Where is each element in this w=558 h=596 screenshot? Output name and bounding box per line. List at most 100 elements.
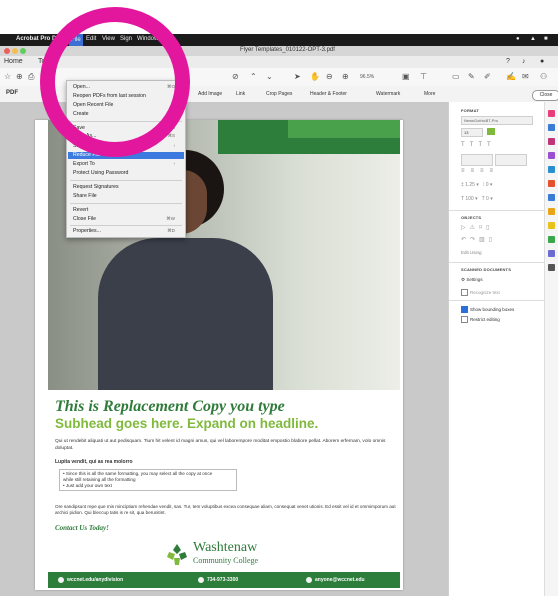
export-pdf-icon[interactable] [548,110,555,117]
scanned-documents-label: SCANNED DOCUMENTS [461,267,512,272]
line-spacing-control[interactable]: ‡ 1.25 ▾ ⁞ 0 ▾ [461,182,531,190]
object-rotate-buttons[interactable]: ↶↷▥▯ [461,236,531,244]
text-style-buttons[interactable]: TTTT [461,142,531,150]
menu-item-request-signatures[interactable]: Request Signatures [73,184,179,190]
header-footer-button[interactable]: Header & Footer [310,91,347,97]
print-icon[interactable]: ⎙ [28,72,34,82]
zoom-in-icon[interactable]: ⊕ [342,72,349,81]
prev-page-icon[interactable]: ⊘ [232,72,239,81]
flyer-headline[interactable]: This is Replacement Copy you type [55,398,395,416]
char-spacing-control[interactable]: T 100 ▾ T 0 ▾ [461,196,531,204]
user-share-icon[interactable]: ⚇ [540,72,547,81]
flyer-lead-line[interactable]: Lupita vendit, qui as rea molorro [55,459,133,465]
zoom-level[interactable]: 96.5% [360,74,374,80]
more-tools-icon[interactable] [548,264,555,271]
comment-tool-icon[interactable] [548,152,555,159]
zoom-out-icon[interactable]: ⊖ [326,72,333,81]
restrict-editing-label: Restrict editing [470,317,500,322]
close-edit-button[interactable]: Close [532,90,558,101]
account-icon[interactable]: ● [540,58,544,65]
recognize-text-checkbox[interactable] [461,289,468,296]
bell-icon[interactable]: ♪ [522,58,526,65]
show-bounding-label: Show bounding boxes [470,307,515,312]
list-number-select[interactable] [495,154,527,166]
organize-pages-icon[interactable] [548,180,555,187]
footer-email[interactable]: anyone@wccnet.edu [315,577,365,583]
upload-icon[interactable]: ⊕ [16,72,23,81]
footer-phone[interactable]: 734-973-3300 [207,577,238,583]
notification-icon[interactable]: ▲ [530,36,536,42]
recognize-text-label: Recognize text [470,290,500,295]
flyer-bullet-box[interactable]: • Since this is all the same formatting,… [59,469,237,491]
scroll-mode-icon[interactable]: ⊤ [420,72,427,81]
comment-icon[interactable]: ▭ [452,72,460,81]
edit-using-button[interactable]: Edit Using [461,250,482,255]
menu-separator [70,225,182,226]
link-button[interactable]: Link [236,91,245,97]
prepare-form-icon[interactable] [548,222,555,229]
hand-tool-icon[interactable]: ✋ [310,72,320,81]
alignment-buttons[interactable]: ≡≡≡≡ [461,168,531,176]
logo-subtitle: Community College [193,556,259,565]
flyer-footer: wccnet.edu/anydivision 734-973-3300 anyo… [48,572,400,588]
highlight-icon[interactable]: ✎ [468,72,475,81]
format-panel: FORMAT NewsGothicBT-Pro 13 TTTT ≡≡≡≡ ‡ 1… [448,102,545,596]
page-fit-icon[interactable]: ▣ [402,72,410,81]
sign-icon[interactable]: ✍ [506,72,516,81]
page-up-icon[interactable]: ⌃ [250,72,257,81]
person-shirt [98,238,273,390]
select-tool-icon[interactable]: ➤ [294,72,301,81]
tab-home[interactable]: Home [4,58,23,65]
add-image-button[interactable]: Add Image [198,91,222,97]
menu-item-properties[interactable]: Properties... ⌘D [73,228,179,234]
bookmark-icon[interactable]: ☆ [4,72,11,81]
user-icon[interactable]: ■ [544,36,548,42]
minimize-window-icon[interactable] [12,48,18,54]
bullet-item: • Just add your own text [63,483,112,488]
phone-icon [198,577,204,583]
washtenaw-logo: Washtenaw Community College [165,540,305,570]
help-icon[interactable]: ? [506,58,510,65]
zoom-window-icon[interactable] [20,48,26,54]
list-bullet-select[interactable] [461,154,493,166]
menu-item-protect[interactable]: Protect Using Password [73,170,179,176]
menu-separator [70,203,182,204]
settings-button[interactable]: ⚙ Settings [461,277,483,283]
control-center-icon[interactable]: ● [516,36,520,42]
send-review-icon[interactable] [548,250,555,257]
show-bounding-checkbox[interactable] [461,306,468,313]
edit-pdf-label: PDF [6,90,18,96]
draw-icon[interactable]: ✐ [484,72,491,81]
menu-item-close-file[interactable]: Close File ⌘W [73,216,179,222]
more-button[interactable]: More [424,91,435,97]
combine-files-icon[interactable] [548,166,555,173]
email-icon [306,577,312,583]
menu-item-share-file[interactable]: Share File [73,193,179,199]
window-title: Flyer Templates_010122-OPT-3.pdf [240,47,335,53]
logo-name: Washtenaw [193,540,258,555]
font-size-select[interactable]: 13 [461,128,483,137]
menu-item-export-to[interactable]: Export To › [73,161,179,167]
fill-sign-icon[interactable] [548,236,555,243]
text-color-swatch[interactable] [487,128,495,135]
protect-icon[interactable] [548,208,555,215]
footer-web[interactable]: wccnet.edu/anydivision [67,577,123,583]
flyer-contact[interactable]: Contact Us Today! [55,524,109,532]
watermark-button[interactable]: Watermark [376,91,400,97]
flyer-subhead[interactable]: Subhead goes here. Expand on headline. [55,416,400,431]
font-select[interactable]: NewsGothicBT-Pro [461,116,533,125]
scan-ocr-icon[interactable] [548,194,555,201]
restrict-editing-checkbox[interactable] [461,316,468,323]
close-window-icon[interactable] [4,48,10,54]
object-arrange-buttons[interactable]: ▷⚠⌑▯ [461,224,531,232]
create-pdf-icon[interactable] [548,124,555,131]
web-icon [58,577,64,583]
menu-item-revert[interactable]: Revert [73,207,179,213]
flyer-body-2[interactable]: Ore sandipsunt repe que mis minciptiam r… [55,504,400,516]
share-mail-icon[interactable]: ✉ [522,72,529,81]
crop-pages-button[interactable]: Crop Pages [266,91,292,97]
edit-pdf-icon[interactable] [548,138,555,145]
flyer-body-1[interactable]: Qui ut rendebit aliquati ut aut pedisqua… [55,439,395,452]
menu-separator [70,180,182,181]
page-down-icon[interactable]: ⌄ [266,72,273,81]
